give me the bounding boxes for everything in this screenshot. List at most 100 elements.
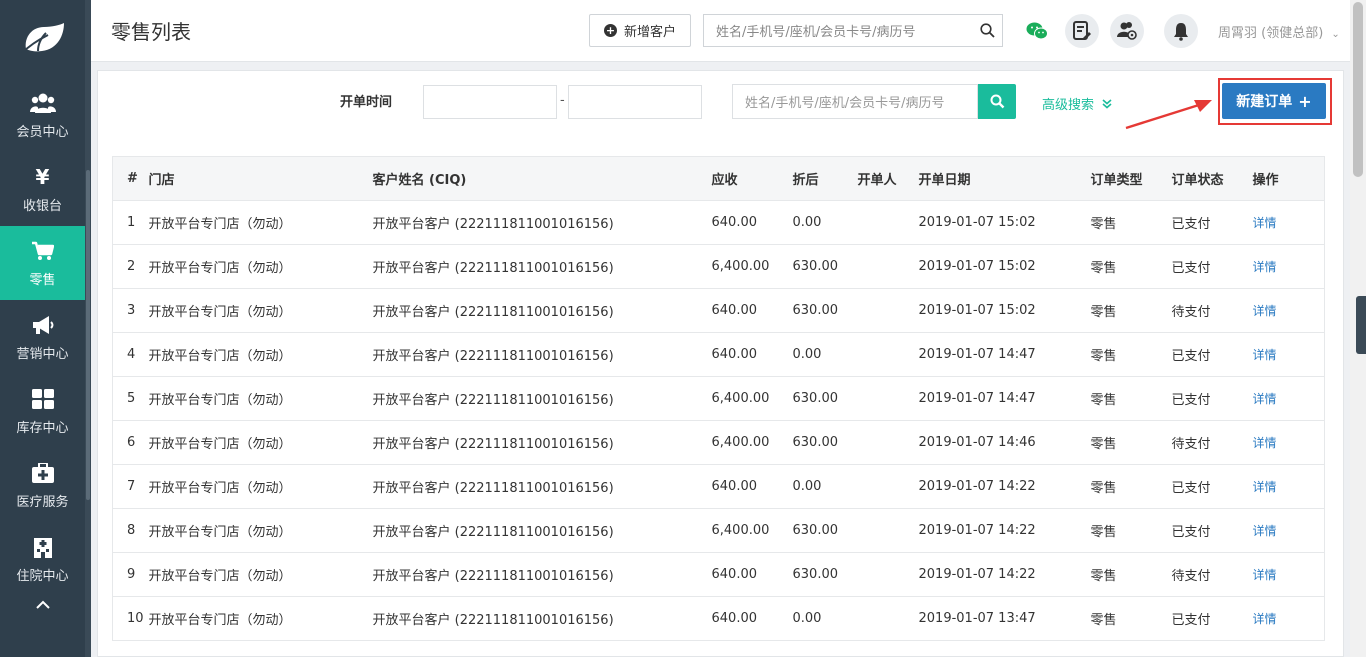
cell-order-type: 零售 [1090, 393, 1117, 408]
cell-store: 开放平台专门店（勿动） [148, 569, 292, 584]
order-search-input[interactable]: 姓名/手机号/座机/会员卡号/病历号 [732, 84, 978, 119]
chevron-up-icon [35, 600, 50, 609]
cell-customer: 开放平台客户 (222111811001016156) [372, 437, 614, 452]
cell-store: 开放平台专门店（勿动） [148, 437, 292, 452]
sidebar-item-inventory[interactable]: 库存中心 [0, 374, 85, 448]
cell-order-status: 已支付 [1171, 261, 1211, 276]
user-group-settings-icon[interactable] [1110, 14, 1144, 48]
cell-discounted: 630.00 [792, 259, 839, 274]
cell-creator [858, 245, 919, 289]
global-search-placeholder: 姓名/手机号/座机/会员卡号/病历号 [716, 25, 916, 40]
col-header-actions: 操作 [1252, 173, 1279, 188]
cell-receivable: 6,400.00 [711, 259, 770, 274]
sidebar-item-label: 库存中心 [16, 420, 69, 436]
table-row[interactable]: 1 开放平台专门店（勿动） 开放平台客户 (222111811001016156) 6… [112, 200, 1325, 245]
sidebar-item-retail[interactable]: 零售 [0, 226, 85, 300]
table-row[interactable]: 2 开放平台专门店（勿动） 开放平台客户 (222111811001016156) 6… [112, 244, 1325, 289]
sidebar-scrollbar[interactable] [85, 0, 91, 657]
orders-table: # 门店 客户姓名 (CIQ) 应收 折后 开单人 开单日期 订单类型 订单状态… [112, 156, 1325, 641]
search-icon [990, 94, 1004, 109]
table-row[interactable]: 10 开放平台专门店（勿动） 开放平台客户 (222111811001016156)… [112, 596, 1325, 641]
col-header-type: 订单类型 [1090, 173, 1143, 188]
end-date-input[interactable] [568, 85, 702, 119]
cell-discounted: 0.00 [792, 611, 822, 626]
cell-store: 开放平台专门店（勿动） [148, 481, 292, 496]
medkit-icon [30, 461, 56, 485]
advanced-search-toggle[interactable]: 高级搜索 [1042, 94, 1112, 113]
cell-discounted: 0.00 [792, 347, 822, 362]
cell-date: 2019-01-07 14:47 [918, 391, 1036, 406]
cell-customer: 开放平台客户 (222111811001016156) [372, 481, 614, 496]
app-logo[interactable] [0, 0, 85, 78]
col-header-index: # [127, 171, 138, 186]
cell-index: 10 [127, 611, 144, 626]
detail-link[interactable]: 详情 [1253, 260, 1277, 274]
cell-order-status: 已支付 [1171, 349, 1211, 364]
order-date-label: 开单时间 [340, 95, 393, 110]
detail-link[interactable]: 详情 [1253, 524, 1277, 538]
cell-receivable: 640.00 [711, 567, 758, 582]
sidebar-item-inpatient[interactable]: 住院中心 [0, 522, 85, 596]
cell-customer: 开放平台客户 (222111811001016156) [372, 261, 614, 276]
cell-action: 详情 [1253, 201, 1325, 245]
user-name: 周霄羽 (领健总部) [1218, 26, 1324, 41]
bell-icon[interactable] [1164, 14, 1198, 48]
cell-index: 2 [127, 259, 136, 274]
yen-icon: ¥ [35, 164, 50, 189]
col-header-receivable: 应收 [711, 173, 738, 188]
plus-circle-icon: + [603, 24, 617, 37]
new-order-button[interactable]: 新建订单 + [1222, 83, 1326, 119]
table-row[interactable]: 6 开放平台专门店（勿动） 开放平台客户 (222111811001016156) 6… [112, 420, 1325, 465]
global-search-input[interactable]: 姓名/手机号/座机/会员卡号/病历号 [703, 14, 1003, 47]
side-drawer-handle[interactable] [1356, 296, 1366, 354]
sidebar-item-members[interactable]: 会员中心 [0, 78, 85, 152]
detail-link[interactable]: 详情 [1253, 304, 1277, 318]
table-row[interactable]: 5 开放平台专门店（勿动） 开放平台客户 (222111811001016156) 6… [112, 376, 1325, 421]
sidebar-item-marketing[interactable]: 营销中心 [0, 300, 85, 374]
cell-order-status: 已支付 [1171, 217, 1211, 232]
sidebar-scrollbar-thumb[interactable] [86, 170, 90, 500]
detail-link[interactable]: 详情 [1253, 392, 1277, 406]
col-header-store: 门店 [148, 173, 175, 188]
cell-order-type: 零售 [1090, 481, 1117, 496]
cell-creator [858, 289, 919, 333]
sidebar-item-label: 住院中心 [16, 568, 69, 584]
sidebar-collapse-toggle[interactable] [0, 596, 85, 636]
detail-link[interactable]: 详情 [1253, 348, 1277, 362]
table-row[interactable]: 7 开放平台专门店（勿动） 开放平台客户 (222111811001016156) 6… [112, 464, 1325, 509]
table-row[interactable]: 8 开放平台专门店（勿动） 开放平台客户 (222111811001016156) 6… [112, 508, 1325, 553]
detail-link[interactable]: 详情 [1253, 436, 1277, 450]
search-icon[interactable] [972, 15, 1002, 46]
detail-link[interactable]: 详情 [1253, 216, 1277, 230]
table-row[interactable]: 9 开放平台专门店（勿动） 开放平台客户 (222111811001016156) 6… [112, 552, 1325, 597]
cell-store: 开放平台专门店（勿动） [148, 349, 292, 364]
cell-customer: 开放平台客户 (222111811001016156) [372, 305, 614, 320]
sidebar-item-medical[interactable]: 医疗服务 [0, 448, 85, 522]
order-search-button[interactable] [978, 84, 1016, 119]
cell-creator [858, 377, 919, 421]
cell-store: 开放平台专门店（勿动） [148, 217, 292, 232]
cell-date: 2019-01-07 15:02 [918, 303, 1036, 318]
cell-discounted: 630.00 [792, 523, 839, 538]
add-customer-button[interactable]: + 新增客户 [589, 14, 691, 47]
cell-creator [858, 421, 919, 465]
table-row[interactable]: 3 开放平台专门店（勿动） 开放平台客户 (222111811001016156) 6… [112, 288, 1325, 333]
cell-order-type: 零售 [1090, 349, 1117, 364]
cell-store: 开放平台专门店（勿动） [148, 393, 292, 408]
detail-link[interactable]: 详情 [1253, 480, 1277, 494]
table-row[interactable]: 4 开放平台专门店（勿动） 开放平台客户 (222111811001016156) 6… [112, 332, 1325, 377]
cell-action: 详情 [1253, 465, 1325, 509]
cell-order-status: 已支付 [1171, 525, 1211, 540]
cell-date: 2019-01-07 14:46 [918, 435, 1036, 450]
members-icon [29, 91, 56, 115]
page-scrollbar-thumb[interactable] [1353, 2, 1363, 177]
sidebar-item-cashier[interactable]: ¥ 收银台 [0, 152, 85, 226]
detail-link[interactable]: 详情 [1253, 612, 1277, 626]
sidebar-item-label: 会员中心 [16, 124, 69, 140]
detail-link[interactable]: 详情 [1253, 568, 1277, 582]
cell-discounted: 630.00 [792, 435, 839, 450]
user-menu[interactable]: 周霄羽 (领健总部) ⌄ [1218, 22, 1340, 41]
start-date-input[interactable] [423, 85, 557, 119]
document-edit-icon[interactable] [1065, 14, 1099, 48]
wechat-icon[interactable] [1020, 14, 1054, 48]
